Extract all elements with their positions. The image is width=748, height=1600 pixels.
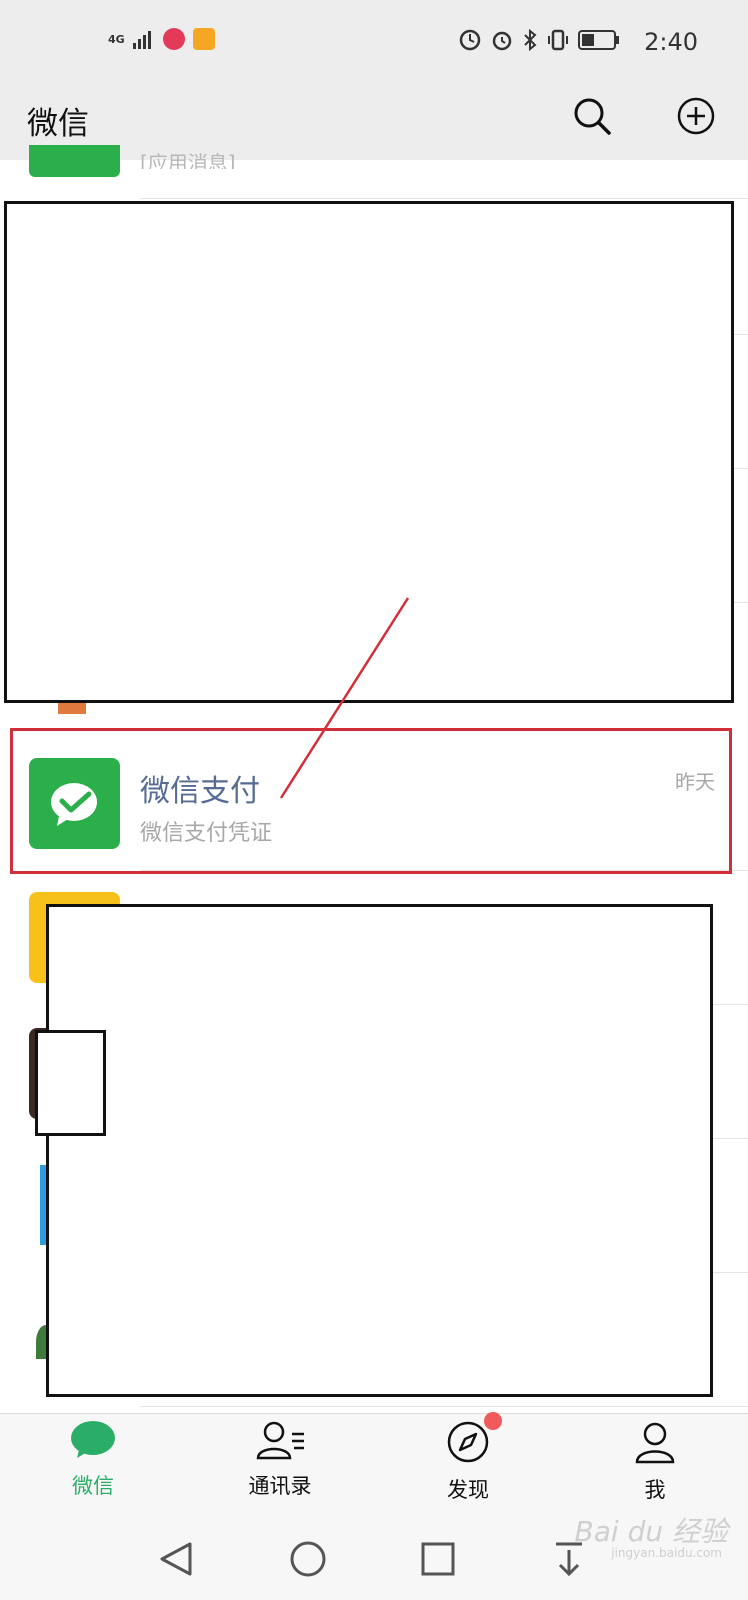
- recents-nav-button[interactable]: [421, 1542, 455, 1576]
- tab-discover[interactable]: 发现: [408, 1412, 528, 1504]
- tab-label: 微信: [72, 1474, 114, 1498]
- person-icon: [635, 1422, 675, 1464]
- redaction-box: [46, 904, 713, 1397]
- tab-contacts[interactable]: 通讯录: [220, 1420, 340, 1500]
- watermark-url: jingyan.baidu.com: [611, 1546, 722, 1560]
- home-nav-button[interactable]: [289, 1540, 327, 1578]
- chat-bubble-icon: [71, 1421, 115, 1458]
- tab-label: 我: [644, 1478, 666, 1502]
- compass-icon: [447, 1421, 489, 1463]
- contacts-icon: [256, 1421, 304, 1460]
- tab-label: 通讯录: [248, 1474, 312, 1498]
- back-nav-button[interactable]: [158, 1540, 194, 1578]
- watermark-logo: Bai du 经验: [574, 1515, 728, 1548]
- tab-chats[interactable]: 微信: [33, 1420, 153, 1500]
- pointer-line: [279, 597, 410, 799]
- divider: [140, 1406, 748, 1407]
- redaction-box: [35, 1030, 106, 1136]
- notification-dot: [484, 1412, 502, 1430]
- tab-me[interactable]: 我: [595, 1420, 715, 1504]
- tab-label: 发现: [447, 1478, 489, 1502]
